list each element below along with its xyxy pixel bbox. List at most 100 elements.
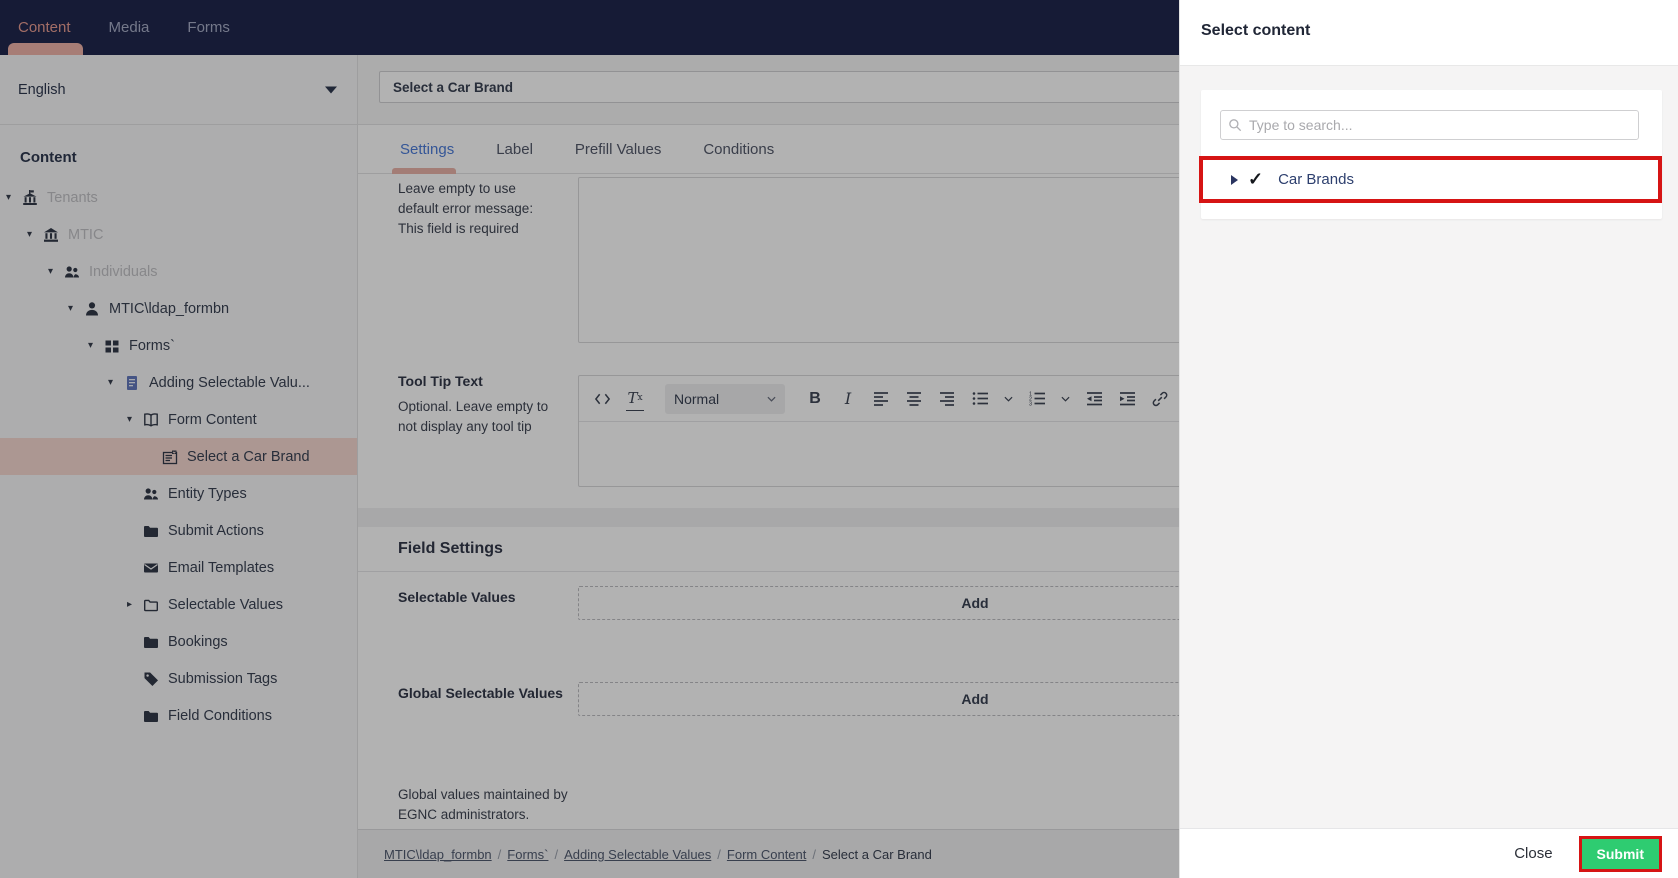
breadcrumb-link[interactable]: MTIC\ldap_formbn	[384, 847, 492, 862]
panel-title: Select content	[1201, 22, 1311, 39]
submit-button[interactable]: Submit	[1581, 838, 1659, 869]
chevron-expanded-icon[interactable]: ▾	[68, 303, 83, 314]
top-navbar: Content Media Forms	[0, 0, 1179, 55]
align-center-icon[interactable]	[905, 387, 923, 411]
nav-tab-content[interactable]: Content	[18, 19, 71, 36]
check-icon: ✓	[1248, 169, 1264, 189]
select-content-panel: Select content ✓ Car Brands Close Submit	[1179, 0, 1678, 878]
chevron-collapsed-icon[interactable]: ▸	[127, 599, 142, 610]
tree-item-adding-selectable-values[interactable]: ▾ Adding Selectable Valu...	[0, 364, 357, 401]
tooltip-editor-content[interactable]	[579, 422, 1179, 486]
error-message-textarea[interactable]	[578, 177, 1179, 343]
folder-icon	[142, 522, 159, 539]
svg-text:3: 3	[1029, 401, 1032, 406]
panel-footer: Close Submit	[1180, 828, 1678, 878]
close-button[interactable]: Close	[1514, 845, 1552, 862]
breadcrumb-separator: /	[812, 847, 817, 862]
tree-item-select-a-car-brand[interactable]: Select a Car Brand	[0, 438, 357, 475]
align-right-icon[interactable]	[938, 387, 956, 411]
breadcrumb-current: Select a Car Brand	[822, 847, 932, 862]
tooltip-help: Optional. Leave empty to not display any…	[398, 399, 549, 434]
breadcrumb-separator: /	[554, 847, 559, 862]
folder-icon	[142, 707, 159, 724]
tree-item-ldap-formbn[interactable]: ▾ MTIC\ldap_formbn	[0, 290, 357, 327]
form-field-icon	[161, 448, 178, 465]
bullet-list-icon[interactable]	[971, 387, 989, 411]
chevron-expanded-icon[interactable]: ▾	[27, 229, 42, 240]
language-value: English	[18, 81, 66, 98]
paragraph-style-select[interactable]: Normal	[665, 383, 785, 414]
chevron-down-icon	[767, 396, 776, 402]
active-nav-indicator	[8, 43, 83, 55]
global-values-help: Global values maintained by EGNC adminis…	[398, 787, 568, 822]
tab-settings[interactable]: Settings	[400, 141, 454, 158]
language-selector[interactable]: English	[0, 55, 357, 125]
field-name-input[interactable]	[379, 71, 1179, 103]
global-selectable-values-label: Global Selectable Values	[398, 685, 563, 701]
document-icon	[123, 374, 140, 391]
editor-toolbar: Tx Normal B I 123	[579, 376, 1179, 422]
panel-header: Select content	[1180, 0, 1678, 65]
breadcrumb-link[interactable]: Forms`	[507, 847, 548, 862]
tab-label[interactable]: Label	[496, 141, 533, 158]
tree-item-submission-tags[interactable]: Submission Tags	[0, 660, 357, 697]
align-left-icon[interactable]	[872, 387, 890, 411]
code-icon[interactable]	[593, 387, 611, 411]
field-settings-section: Field Settings Selectable Values Add Glo…	[358, 527, 1179, 829]
tree-item-label: Selectable Values	[168, 596, 284, 613]
tab-conditions[interactable]: Conditions	[703, 141, 774, 158]
clear-formatting-icon[interactable]: Tx	[626, 387, 644, 411]
breadcrumb-separator: /	[717, 847, 721, 862]
link-icon[interactable]	[1151, 387, 1169, 411]
content-item-car-brands[interactable]: ✓ Car Brands	[1201, 157, 1662, 202]
tab-prefill-values[interactable]: Prefill Values	[575, 141, 661, 158]
nav-tab-forms[interactable]: Forms	[187, 19, 230, 36]
mail-icon	[142, 559, 159, 576]
grid-icon	[103, 337, 120, 354]
selectable-values-add-button[interactable]: Add	[578, 586, 1179, 620]
tree-item-individuals[interactable]: ▾ Individuals	[0, 253, 357, 290]
tree-item-label: Submit Actions	[168, 522, 264, 539]
italic-icon[interactable]: I	[839, 387, 857, 411]
breadcrumb: MTIC\ldap_formbn / Forms` / Adding Selectabl…	[358, 829, 1179, 878]
tree-item-form-content[interactable]: ▾ Form Content	[0, 401, 357, 438]
tree-item-label: Select a Car Brand	[187, 448, 310, 465]
tree-item-tenants[interactable]: ▾ Tenants	[0, 179, 357, 216]
outdent-icon[interactable]	[1085, 387, 1103, 411]
bold-icon[interactable]: B	[806, 387, 824, 411]
tree-item-forms[interactable]: ▾ Forms`	[0, 327, 357, 364]
field-tabs: Settings Label Prefill Values Conditions	[358, 125, 1179, 174]
indent-icon[interactable]	[1118, 387, 1136, 411]
search-field	[1220, 110, 1639, 140]
global-selectable-values-add-button[interactable]: Add	[578, 682, 1179, 716]
chevron-expanded-icon[interactable]: ▾	[88, 340, 103, 351]
bank-icon	[42, 226, 59, 243]
search-input[interactable]	[1220, 110, 1639, 140]
breadcrumb-separator: /	[497, 847, 502, 862]
breadcrumb-link[interactable]: Adding Selectable Values	[564, 847, 711, 862]
app-window: Content Media Forms English Content ▾ Te…	[0, 0, 1678, 878]
add-button-label: Add	[961, 691, 989, 707]
tree-item-selectable-values[interactable]: ▸ Selectable Values	[0, 586, 357, 623]
chevron-collapsed-icon[interactable]	[1231, 174, 1238, 185]
numbered-list-icon[interactable]: 123	[1028, 387, 1046, 411]
nav-tab-media[interactable]: Media	[109, 19, 150, 36]
chevron-expanded-icon[interactable]: ▾	[127, 414, 142, 425]
tree-item-field-conditions[interactable]: Field Conditions	[0, 697, 357, 734]
add-button-label: Add	[961, 595, 989, 611]
chevron-down-icon	[1061, 396, 1070, 402]
paragraph-style-value: Normal	[674, 390, 720, 407]
chevron-expanded-icon[interactable]: ▾	[6, 192, 21, 203]
breadcrumb-link[interactable]: Form Content	[727, 847, 806, 862]
tree-item-bookings[interactable]: Bookings	[0, 623, 357, 660]
tree-item-email-templates[interactable]: Email Templates	[0, 549, 357, 586]
chevron-expanded-icon[interactable]: ▾	[108, 377, 123, 388]
content-sidebar: English Content ▾ Tenants ▾ MTIC ▾ Indiv…	[0, 55, 358, 878]
field-settings-heading-row: Field Settings	[358, 527, 1179, 572]
chevron-expanded-icon[interactable]: ▾	[48, 266, 63, 277]
tree-item-label: Forms`	[129, 337, 175, 354]
tree-item-submit-actions[interactable]: Submit Actions	[0, 512, 357, 549]
tooltip-rich-text-editor: Tx Normal B I 123	[578, 375, 1179, 487]
tree-item-mtic[interactable]: ▾ MTIC	[0, 216, 357, 253]
tree-item-entity-types[interactable]: Entity Types	[0, 475, 357, 512]
